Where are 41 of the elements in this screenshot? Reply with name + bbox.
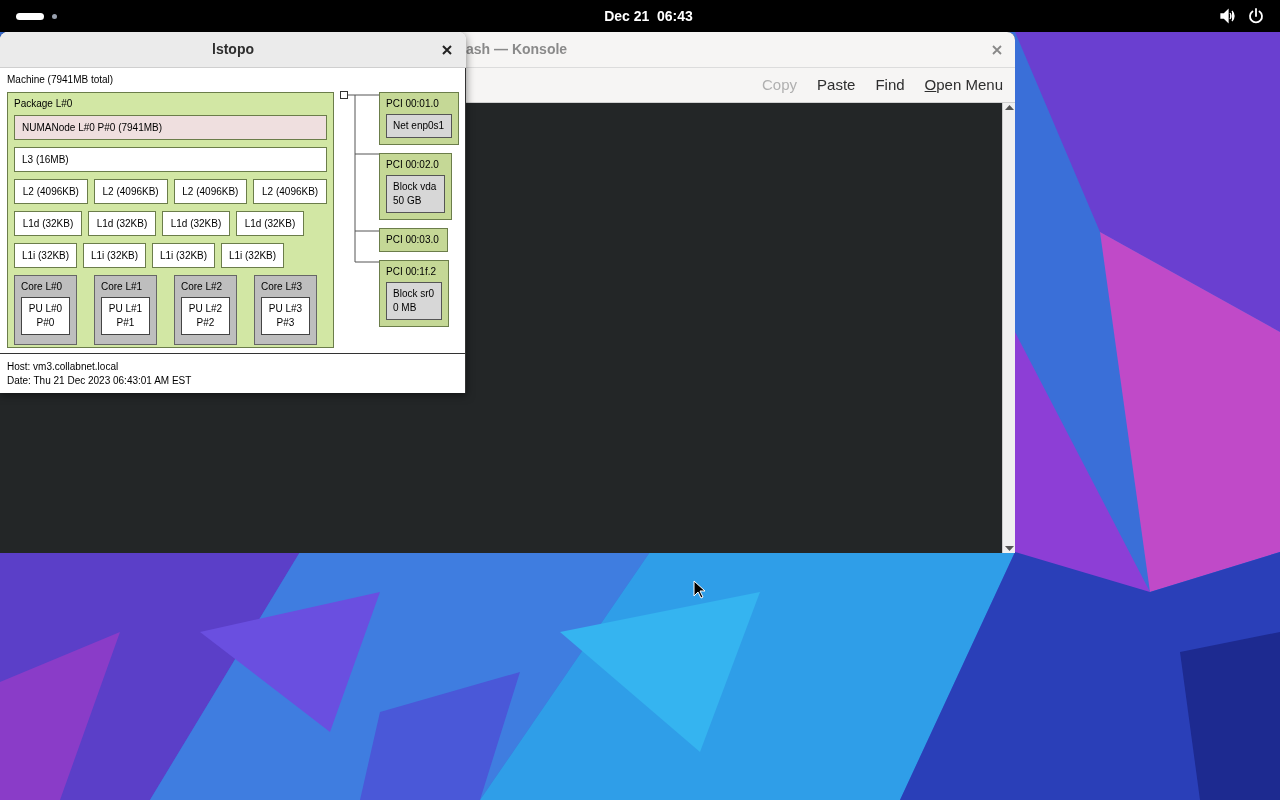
pu-label: PU L#0 xyxy=(28,302,63,316)
pci-label: PCI 00:01.0 xyxy=(386,99,440,109)
window-title: ash — Konsole xyxy=(466,40,568,59)
package-label: Package L#0 xyxy=(14,99,74,109)
pci-label: PCI 00:02.0 xyxy=(386,160,440,170)
pu-label: PU L#2 xyxy=(188,302,223,316)
cache-box: L2 (4096KB) xyxy=(93,179,168,204)
cache-box: L3 (16MB) xyxy=(14,147,327,172)
cache-box: L2 (4096KB) xyxy=(14,179,88,204)
machine-label: Machine (7941MB total) xyxy=(7,75,114,85)
pu-label: PU L#1 xyxy=(108,302,143,316)
core-label: Core L#3 xyxy=(261,282,304,292)
cache-box: L1i (32KB) xyxy=(83,243,146,268)
cache-box: L1d (32KB) xyxy=(14,211,82,236)
cache-box: L1d (32KB) xyxy=(88,211,156,236)
pu-label: P#2 xyxy=(196,316,215,330)
cache-box: L1i (32KB) xyxy=(152,243,215,268)
window-title: lstopo xyxy=(212,40,254,59)
cache-box: L1d (32KB) xyxy=(162,211,230,236)
date-label: Date: Thu 21 Dec 2023 06:43:01 AM EST xyxy=(7,375,193,386)
cache-box: L2 (4096KB) xyxy=(173,179,248,204)
pci-label: PCI 00:1f.2 xyxy=(386,267,438,277)
device-label: 50 GB xyxy=(393,194,423,208)
device-label: Block sr0 xyxy=(393,287,435,301)
numa-node-box: NUMANode L#0 P#0 (7941MB) xyxy=(14,115,327,140)
cache-box: L1i (32KB) xyxy=(221,243,284,268)
pu-label: P#1 xyxy=(116,316,135,330)
core-label: Core L#1 xyxy=(101,282,144,292)
cache-box: L1d (32KB) xyxy=(236,211,304,236)
core-label: Core L#0 xyxy=(21,282,64,292)
pu-label: PU L#3 xyxy=(268,302,303,316)
core-label: Core L#2 xyxy=(181,282,224,292)
pci-label: PCI 00:03.0 xyxy=(386,235,440,245)
pu-label: P#3 xyxy=(276,316,295,330)
device-label: Block vda xyxy=(393,180,438,194)
cache-box: L1i (32KB) xyxy=(14,243,77,268)
device-label: 0 MB xyxy=(393,301,418,315)
pu-label: P#0 xyxy=(36,316,55,330)
device-label: Net enp0s1 xyxy=(393,119,445,133)
cache-box: L2 (4096KB) xyxy=(253,179,327,204)
host-label: Host: vm3.collabnet.local xyxy=(7,361,120,372)
